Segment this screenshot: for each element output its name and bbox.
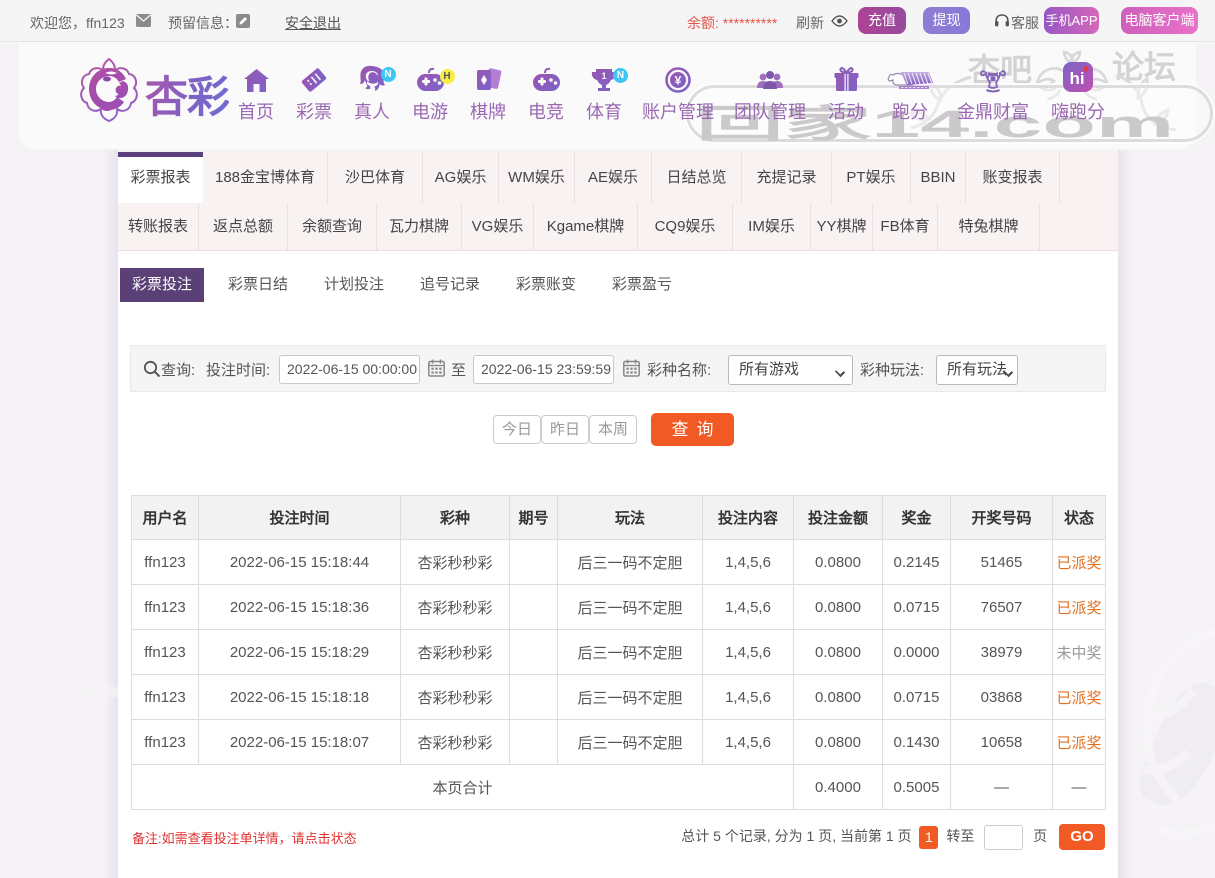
svg-text:¥: ¥	[675, 74, 682, 88]
svg-text:1: 1	[601, 71, 606, 81]
svg-text:hi: hi	[1069, 69, 1084, 88]
